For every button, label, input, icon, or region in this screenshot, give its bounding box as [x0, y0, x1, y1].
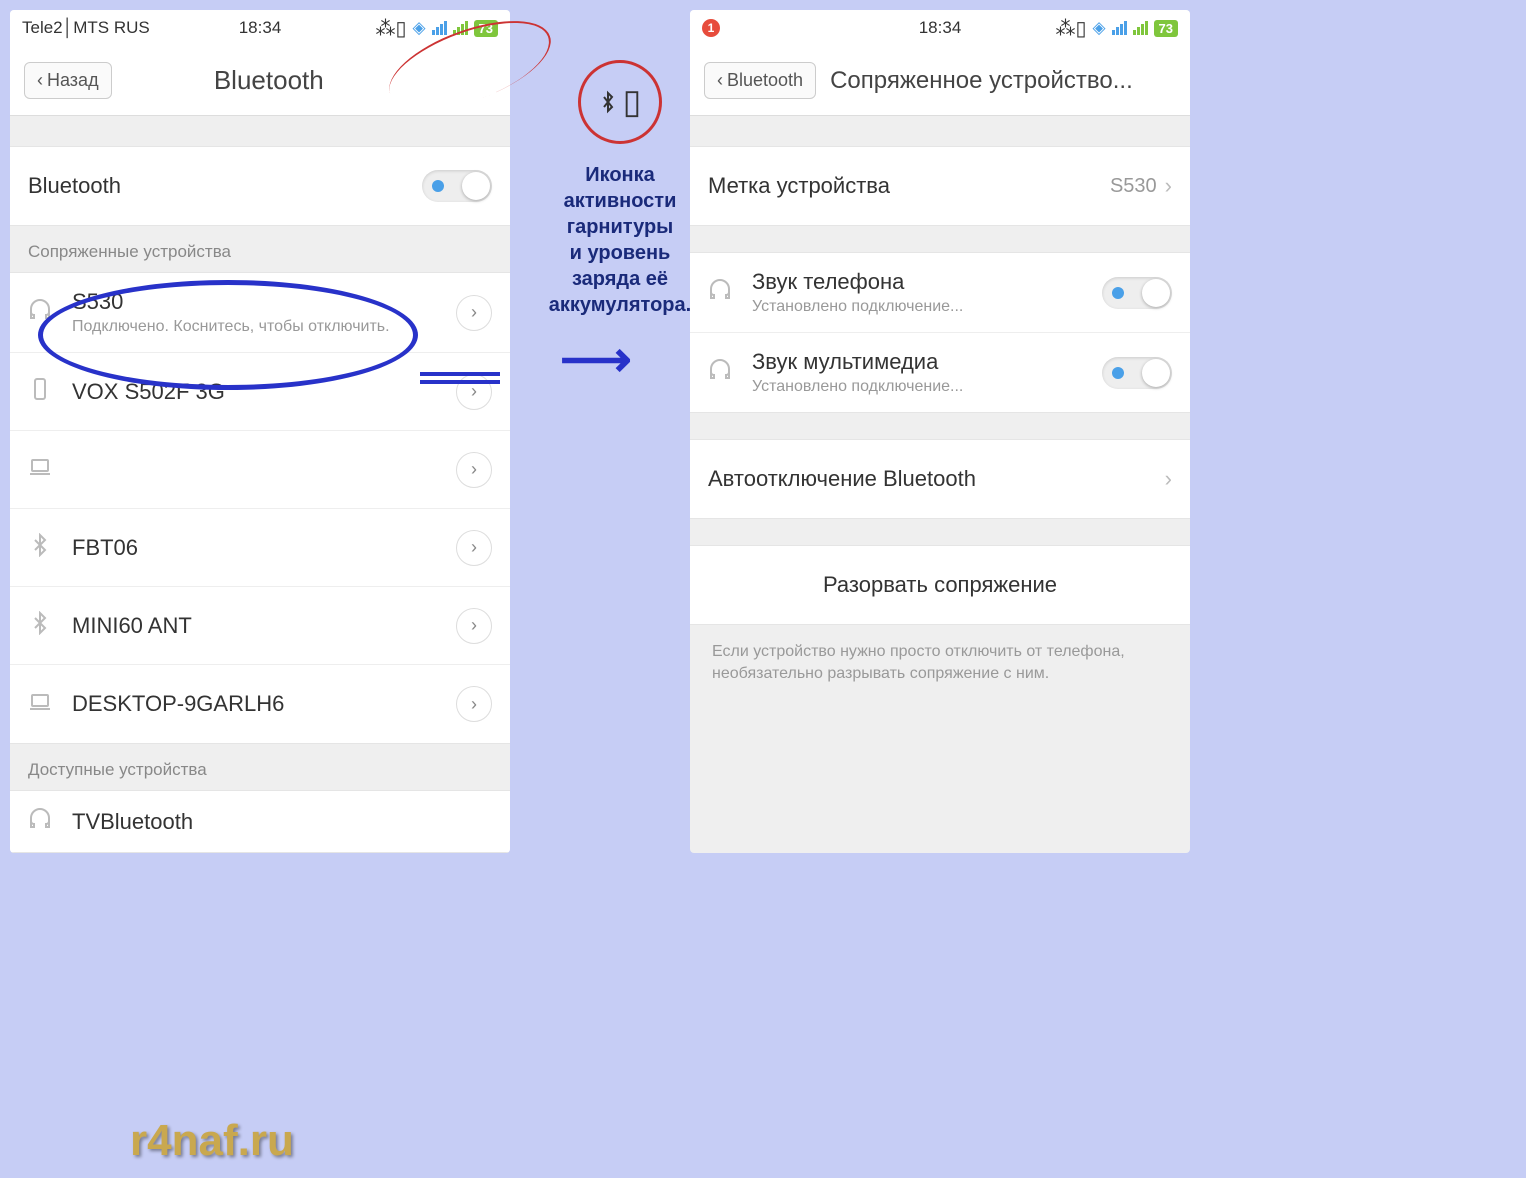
unpair-label: Разорвать сопряжение	[823, 572, 1057, 598]
detail-button[interactable]: ›	[456, 295, 492, 331]
device-name: VOX S502F 3G	[72, 379, 456, 405]
hint-text: Если устройство нужно просто отключить о…	[690, 625, 1190, 702]
battery-badge: 73	[474, 20, 498, 37]
device-name: S530	[72, 289, 456, 315]
status-bar: 1 18:34 ⁂▯ ◈ 73	[690, 10, 1190, 46]
chevron-left-icon: ‹	[717, 70, 723, 91]
headphones-icon	[708, 278, 738, 307]
headphones-icon	[28, 807, 58, 836]
section-paired: Сопряженные устройства	[10, 226, 510, 272]
unpair-button[interactable]: Разорвать сопряжение	[690, 546, 1190, 624]
chevron-right-icon: ›	[1165, 173, 1172, 199]
bluetooth-icon	[28, 611, 58, 640]
device-row[interactable]: DESKTOP-9GARLH6 ›	[10, 665, 510, 743]
headphones-icon	[708, 358, 738, 387]
wifi-icon: ◈	[412, 18, 425, 38]
bluetooth-battery-large-icon: ▯	[578, 60, 662, 144]
notification-badge: 1	[702, 19, 720, 37]
back-label: Bluetooth	[727, 70, 803, 91]
label-value: S530	[1110, 175, 1157, 198]
bluetooth-toggle-row[interactable]: Bluetooth	[10, 147, 510, 225]
auto-off-row[interactable]: Автоотключение Bluetooth ›	[690, 440, 1190, 518]
phone-right: 1 18:34 ⁂▯ ◈ 73 ‹Bluetooth Сопряженное у…	[690, 10, 1190, 853]
clock: 18:34	[919, 18, 962, 38]
annotation-arrow: ⟶	[560, 330, 632, 388]
label-text: Метка устройства	[708, 173, 1110, 199]
page-title: Сопряженное устройство...	[830, 67, 1133, 95]
device-name: MINI60 ANT	[72, 613, 456, 639]
back-button[interactable]: ‹Bluetooth	[704, 62, 816, 99]
battery-badge: 73	[1154, 20, 1178, 37]
page-title: Bluetooth	[42, 65, 496, 96]
bluetooth-icon	[28, 533, 58, 562]
clock: 18:34	[239, 18, 282, 38]
signal-icon	[1112, 21, 1127, 35]
detail-button[interactable]: ›	[456, 452, 492, 488]
profile-name: Звук телефона	[752, 269, 1102, 295]
annotation-text: Иконка активности гарнитуры и уровень за…	[530, 162, 710, 318]
detail-button[interactable]: ›	[456, 686, 492, 722]
profile-row[interactable]: Звук мультимедиа Установлено подключение.…	[690, 333, 1190, 412]
phone-left: Tele2│MTS RUS 18:34 ⁂▯ ◈ 73 ‹Назад Bluet…	[10, 10, 510, 853]
detail-button[interactable]: ›	[456, 608, 492, 644]
annotation-underline	[420, 372, 500, 384]
device-row[interactable]: FBT06 ›	[10, 509, 510, 587]
laptop-icon	[28, 455, 58, 484]
device-row[interactable]: TVBluetooth	[10, 791, 510, 852]
phone-icon	[28, 377, 58, 406]
profile-toggle[interactable]	[1102, 277, 1172, 309]
section-available: Доступные устройства	[10, 744, 510, 790]
profile-name: Звук мультимедиа	[752, 349, 1102, 375]
wifi-icon: ◈	[1092, 18, 1105, 38]
profile-toggle[interactable]	[1102, 357, 1172, 389]
detail-button[interactable]: ›	[456, 530, 492, 566]
device-name: FBT06	[72, 535, 456, 561]
bluetooth-label: Bluetooth	[28, 173, 422, 199]
signal-icon-2	[1133, 21, 1148, 35]
bluetooth-battery-icon: ⁂▯	[1055, 16, 1086, 41]
device-row[interactable]: VOX S502F 3G ›	[10, 353, 510, 431]
auto-off-label: Автоотключение Bluetooth	[708, 466, 1165, 492]
device-sub: Подключено. Коснитесь, чтобы отключить.	[72, 318, 456, 336]
profile-row[interactable]: Звук телефона Установлено подключение...	[690, 253, 1190, 333]
chevron-right-icon: ›	[1165, 466, 1172, 492]
annotation-block: ▯ Иконка активности гарнитуры и уровень …	[530, 60, 710, 318]
profile-sub: Установлено подключение...	[752, 298, 1102, 316]
status-bar: Tele2│MTS RUS 18:34 ⁂▯ ◈ 73	[10, 10, 510, 46]
header: ‹Bluetooth Сопряженное устройство...	[690, 46, 1190, 116]
headphones-icon	[28, 298, 58, 327]
carrier-label: Tele2│MTS RUS	[22, 18, 150, 38]
bluetooth-toggle[interactable]	[422, 170, 492, 202]
device-label-row[interactable]: Метка устройства S530 ›	[690, 147, 1190, 225]
watermark: r4naf.ru	[130, 1116, 294, 1166]
device-name: TVBluetooth	[72, 809, 492, 835]
device-row[interactable]: MINI60 ANT ›	[10, 587, 510, 665]
device-row[interactable]: ›	[10, 431, 510, 509]
signal-icon	[432, 21, 447, 35]
bluetooth-battery-icon: ⁂▯	[375, 16, 406, 41]
header: ‹Назад Bluetooth	[10, 46, 510, 116]
profile-sub: Установлено подключение...	[752, 378, 1102, 396]
signal-icon-2	[453, 21, 468, 35]
laptop-icon	[28, 690, 58, 719]
device-row[interactable]: S530 Подключено. Коснитесь, чтобы отключи…	[10, 273, 510, 353]
device-name: DESKTOP-9GARLH6	[72, 691, 456, 717]
